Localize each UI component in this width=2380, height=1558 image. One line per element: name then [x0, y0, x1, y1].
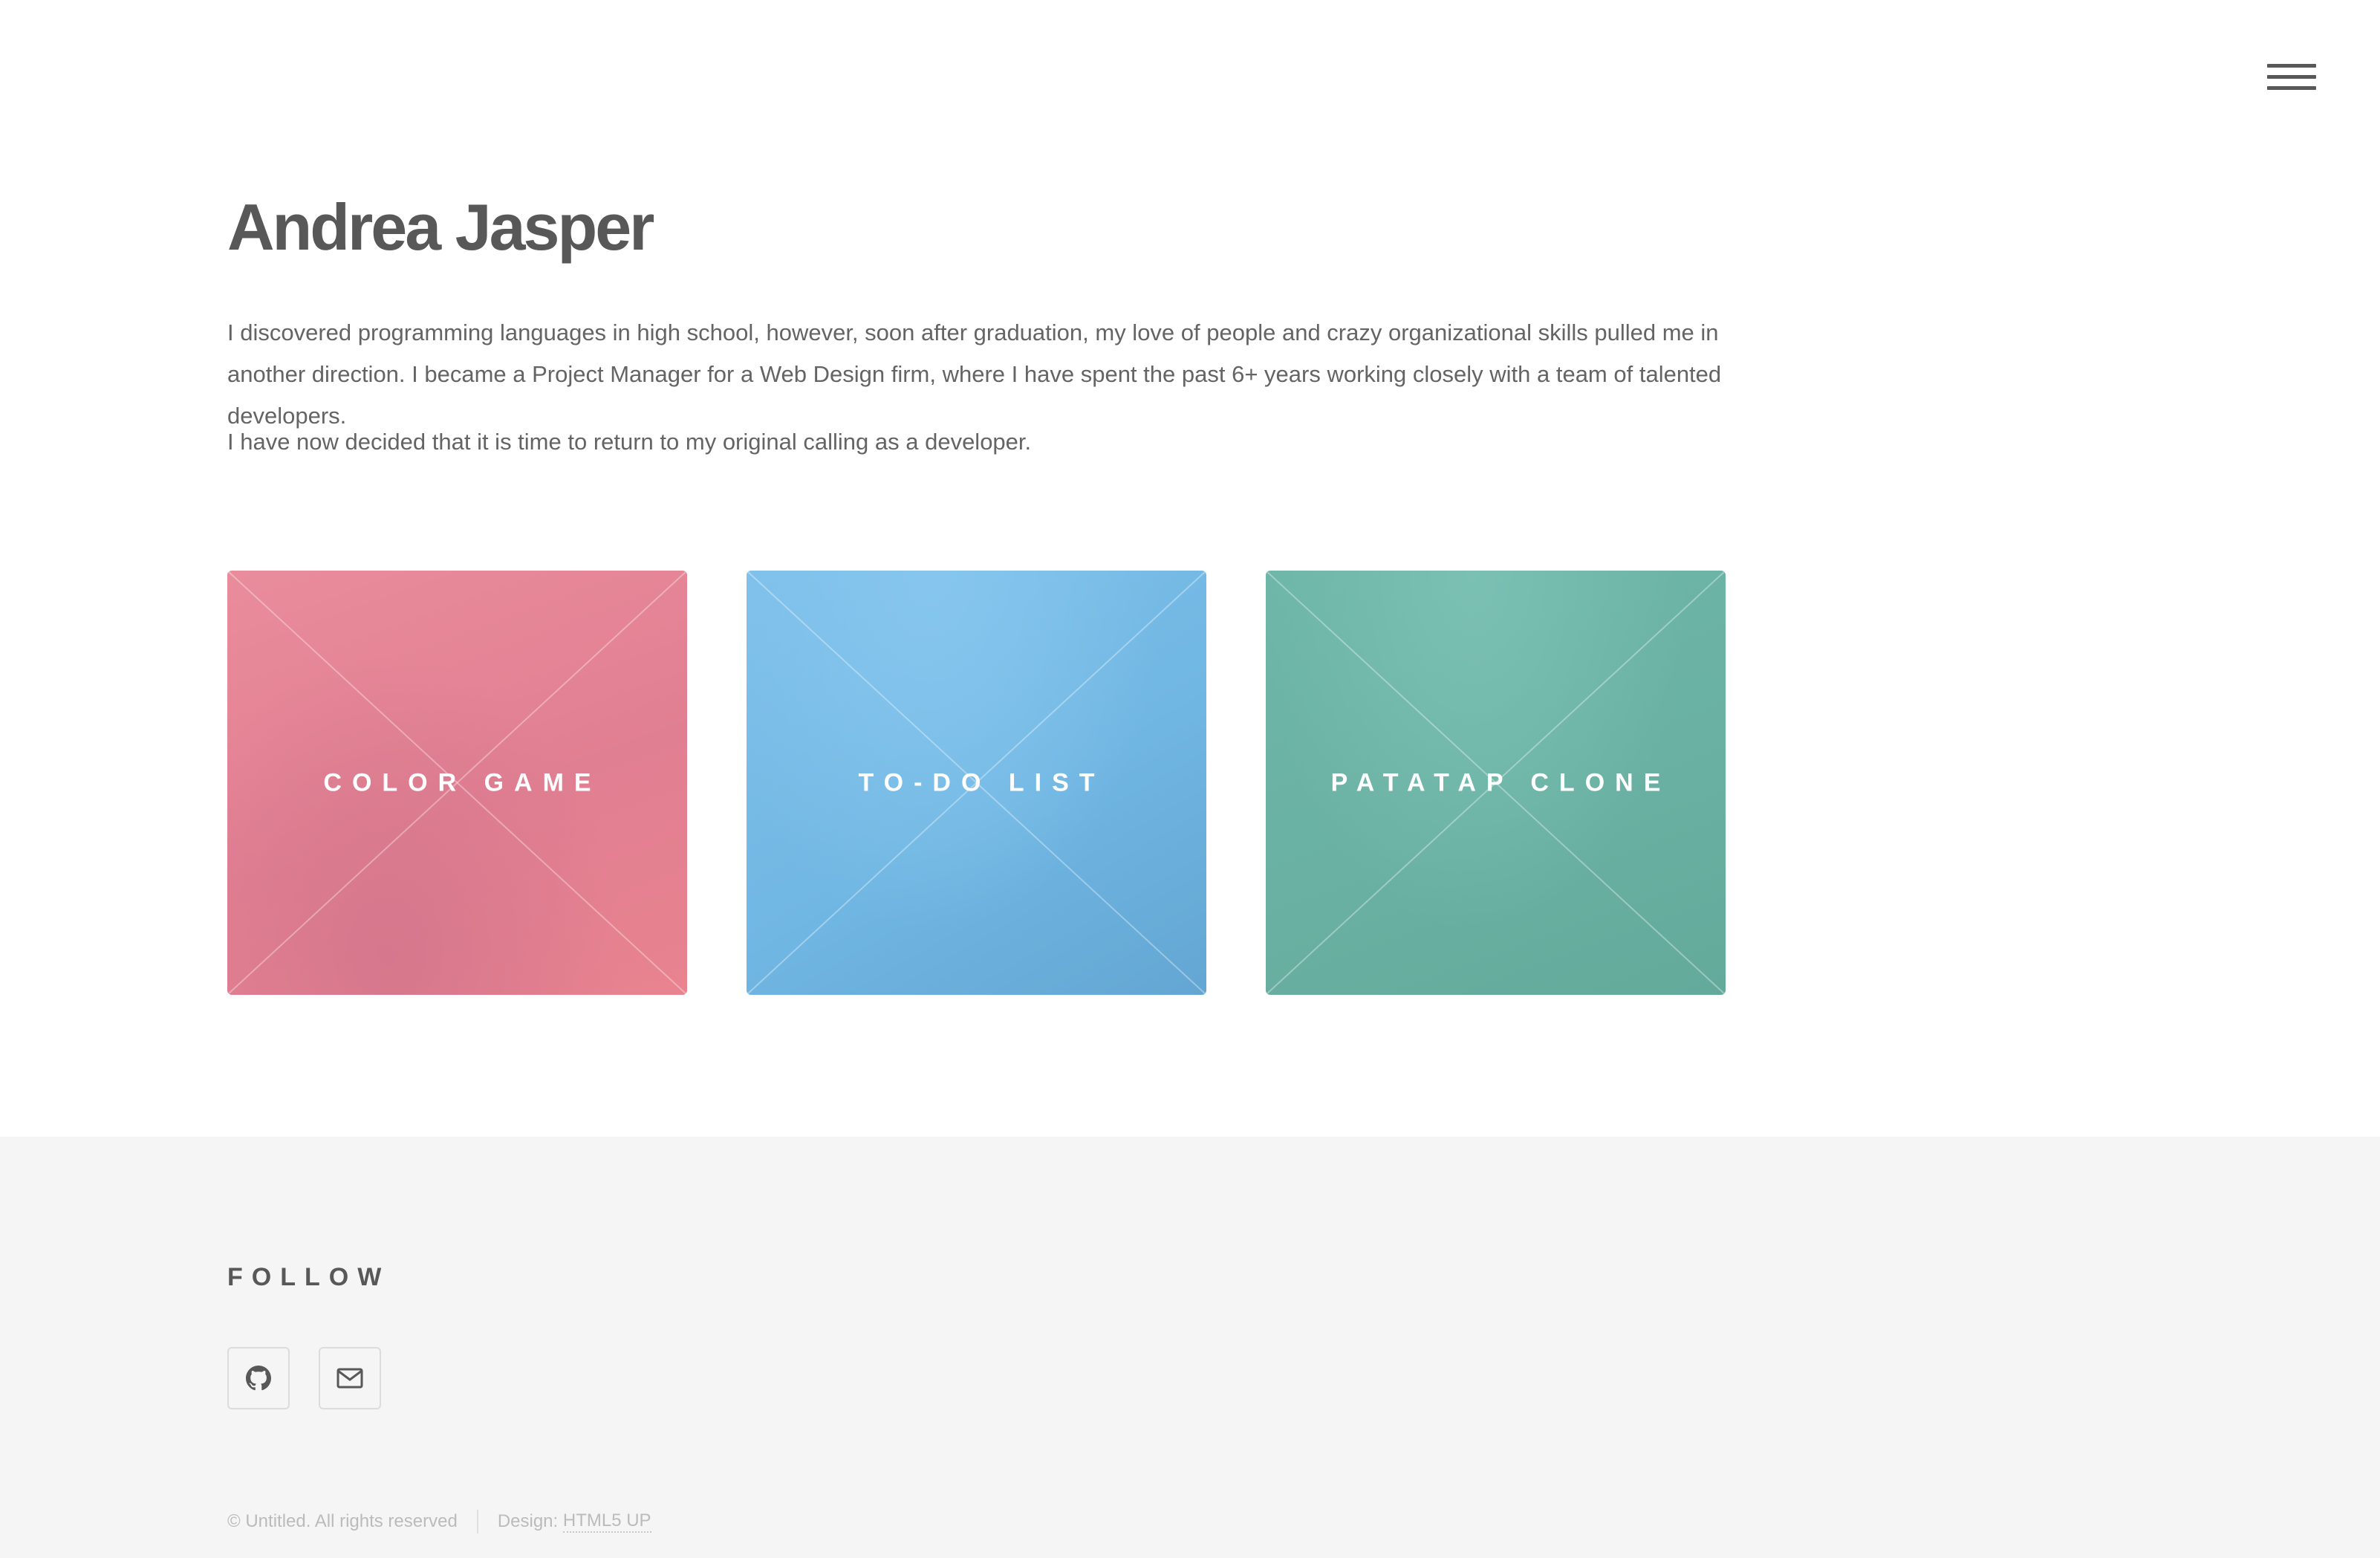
github-icon [246, 1366, 271, 1391]
hamburger-menu-icon[interactable] [2267, 59, 2316, 95]
copyright-text: © Untitled. All rights reserved [227, 1511, 458, 1531]
menu-line [2267, 75, 2316, 79]
tile-label: COLOR GAME [323, 768, 602, 796]
copyright-bar: © Untitled. All rights reserved Design: … [227, 1510, 651, 1533]
intro-paragraph-secondary: I have now decided that it is time to re… [227, 429, 1032, 455]
tile-label: TO-DO LIST [858, 768, 1105, 796]
menu-line [2267, 64, 2316, 68]
tile-color-game[interactable]: COLOR GAME [227, 571, 687, 995]
divider [476, 1510, 478, 1533]
menu-line [2267, 86, 2316, 90]
email-button[interactable] [319, 1347, 381, 1409]
page-title: Andrea Jasper [227, 190, 654, 264]
design-label: Design: [497, 1511, 563, 1531]
tile-todo-list[interactable]: TO-DO LIST [747, 571, 1206, 995]
tile-patatap-clone[interactable]: PATATAP CLONE [1266, 571, 1726, 995]
tile-label: PATATAP CLONE [1330, 768, 1671, 796]
footer: FOLLOW © Untitled. All rights reserved D… [0, 1137, 2380, 1558]
email-icon [336, 1368, 363, 1389]
intro-paragraph: I discovered programming languages in hi… [227, 319, 1722, 429]
github-button[interactable] [227, 1347, 290, 1409]
html5up-link[interactable]: HTML5 UP [562, 1510, 651, 1533]
follow-heading: FOLLOW [227, 1263, 391, 1291]
